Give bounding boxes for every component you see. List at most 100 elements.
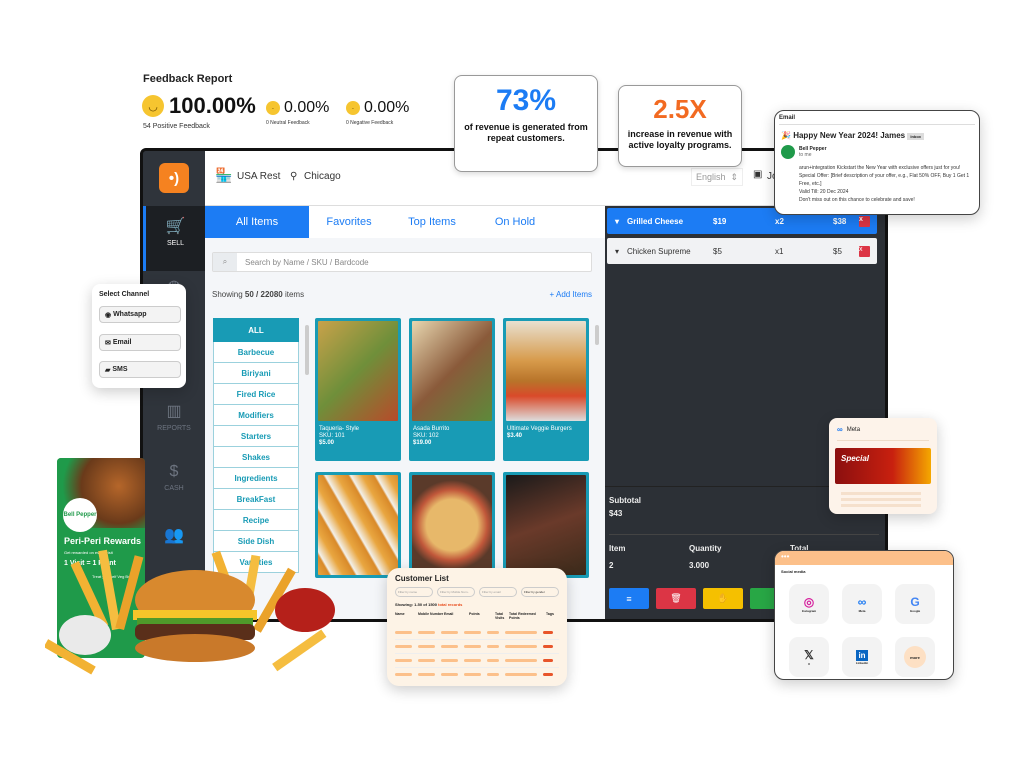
sidebar-item-cash[interactable]: $ CASH — [143, 463, 205, 492]
delete-button[interactable]: 🗑 — [656, 588, 696, 609]
social-more[interactable]: more — [895, 637, 935, 677]
remove-item-button[interactable]: x — [859, 215, 870, 227]
category-item[interactable]: Starters — [213, 426, 299, 447]
category-item[interactable]: Barbecue — [213, 342, 299, 363]
social-media-card: ••• Social media ◎ Instagram ∞ Meta G Googl… — [774, 550, 954, 680]
email-header: Email — [779, 115, 975, 125]
table-row[interactable] — [395, 640, 559, 654]
location-name[interactable]: Chicago — [304, 171, 341, 182]
table-row[interactable] — [395, 654, 559, 668]
language-select[interactable]: English ⇕ — [691, 168, 743, 186]
category-item[interactable]: Biriyani — [213, 363, 299, 384]
app-logo[interactable]: •) — [159, 163, 189, 193]
customer-list-card: Customer List Filter by name Filter by M… — [387, 568, 567, 686]
product-card[interactable]: Asada Burrito SKU: 102 $19.00 — [409, 318, 495, 461]
stat-card-loyalty: 2.5X increase in revenue with active loy… — [618, 85, 742, 167]
column-header: Total Redeemed Points — [509, 612, 536, 620]
social-label: Google — [909, 609, 921, 613]
mail-icon: ✉ — [105, 339, 113, 347]
sidebar-item-reports[interactable]: ▥ REPORTS — [143, 401, 205, 432]
total-records: total records — [438, 602, 463, 607]
happy-emoji-icon: ◡ — [142, 95, 164, 117]
filter-mobile-input[interactable]: Filter by Mobile Num.. — [437, 587, 475, 597]
tab-favorites[interactable]: Favorites — [309, 206, 389, 238]
channel-label: SMS — [112, 366, 128, 373]
order-line[interactable]: ▾ Chicken Supreme $5 x1 $5 x — [607, 238, 877, 264]
filter-gender-select[interactable]: Filter by gender — [521, 587, 559, 597]
order-item-total: $38 — [833, 216, 847, 226]
product-card[interactable] — [409, 472, 495, 578]
order-item-total: $5 — [833, 246, 842, 256]
add-items-link[interactable]: + Add Items — [550, 290, 592, 299]
tab-on-hold[interactable]: On Hold — [475, 206, 555, 238]
neutral-feedback-value: 0.00% — [284, 99, 330, 116]
table-row[interactable] — [395, 668, 559, 681]
product-image — [506, 321, 586, 421]
column-header: Points — [469, 612, 480, 616]
product-scrollbar[interactable] — [595, 325, 599, 345]
social-meta[interactable]: ∞ Meta — [842, 584, 882, 624]
social-instagram[interactable]: ◎ Instagram — [789, 584, 829, 624]
channel-email-button[interactable]: ✉ Email — [99, 334, 181, 351]
category-item[interactable]: Fired Rice — [213, 384, 299, 405]
expand-caret-icon[interactable]: ▾ — [607, 247, 627, 256]
tab-all-items[interactable]: All Items — [205, 206, 309, 238]
product-card[interactable]: Ultimate Veggie Burgers $3.40 — [503, 318, 589, 461]
category-item[interactable]: Shakes — [213, 447, 299, 468]
filter-email-input[interactable]: Filter by email — [479, 587, 517, 597]
select-channel-card: Select Channel ◉ Whatsapp ✉ Email ▰ SMS — [92, 284, 186, 388]
product-card[interactable]: Taqueria- Style SKU: 101 $5.00 — [315, 318, 401, 461]
item-count-value: 2 — [609, 561, 614, 570]
tab-top-items[interactable]: Top Items — [389, 206, 475, 238]
expand-caret-icon[interactable]: ▾ — [607, 217, 627, 226]
window-dots-icon: ••• — [775, 551, 953, 565]
channel-whatsapp-button[interactable]: ◉ Whatsapp — [99, 306, 181, 323]
category-item[interactable]: Ingredients — [213, 468, 299, 489]
category-item[interactable]: BreakFast — [213, 489, 299, 510]
column-header: Tags — [546, 612, 554, 616]
category-item[interactable]: ALL — [213, 318, 299, 342]
category-item[interactable]: Modifiers — [213, 405, 299, 426]
search-input[interactable]: ⌕ Search by Name / SKU / Bardcode — [212, 252, 592, 272]
store-name[interactable]: USA Rest — [237, 171, 280, 182]
product-card[interactable] — [503, 472, 589, 578]
email-body-line: Special Offer: [Brief description of you… — [799, 173, 970, 187]
social-x[interactable]: 𝕏X — [789, 637, 829, 677]
negative-feedback-value: 0.00% — [364, 99, 410, 116]
positive-feedback: ◡ 100.00% — [142, 93, 256, 119]
social-label: Meta — [858, 609, 866, 613]
social-linkedin[interactable]: in Linkedin — [842, 637, 882, 677]
email-body-line: arun+integration Kickstart the New Year … — [799, 165, 961, 171]
category-item[interactable]: Recipe — [213, 510, 299, 531]
order-item-price: $5 — [713, 246, 722, 256]
social-label: X — [807, 662, 810, 666]
positive-feedback-value: 100.00% — [169, 93, 256, 118]
menu-button[interactable]: ≡ — [609, 588, 649, 609]
channel-sms-button[interactable]: ▰ SMS — [99, 361, 181, 378]
product-name: Ultimate Veggie Burgers — [507, 426, 572, 432]
order-item-qty: x2 — [775, 216, 784, 226]
social-title: Social media — [781, 569, 806, 574]
sidebar-item-sell[interactable]: 🛒 SELL — [143, 206, 205, 271]
ketchup-bowl — [275, 588, 335, 632]
social-google[interactable]: G Google — [895, 584, 935, 624]
feedback-report-title: Feedback Report — [143, 73, 233, 85]
location-pin-icon: ⚲ — [290, 171, 298, 182]
negative-feedback-label: 0 Negative Feedback — [346, 120, 394, 126]
hold-button[interactable]: ✋ — [703, 588, 743, 609]
ad-banner-text: Special — [841, 454, 870, 463]
menu-icon: ≡ — [626, 593, 632, 604]
stat-value: 2.5X — [653, 94, 707, 124]
table-row[interactable] — [395, 626, 559, 640]
product-price: $5.00 — [319, 440, 335, 446]
email-preview-card: Email 🎉 Happy New Year 2024! James Inbox… — [774, 110, 980, 215]
filter-name-input[interactable]: Filter by name — [395, 587, 433, 597]
email-body-line: Don't miss out on this chance to celebra… — [799, 197, 915, 203]
linkedin-icon: in — [856, 649, 868, 661]
category-scrollbar[interactable] — [305, 325, 309, 375]
stat-desc: increase in revenue with active loyalty … — [627, 129, 733, 150]
product-price: $19.00 — [413, 440, 432, 446]
remove-item-button[interactable]: x — [859, 245, 870, 257]
ad-banner[interactable]: Special — [835, 448, 931, 484]
social-label: Instagram — [801, 609, 817, 613]
